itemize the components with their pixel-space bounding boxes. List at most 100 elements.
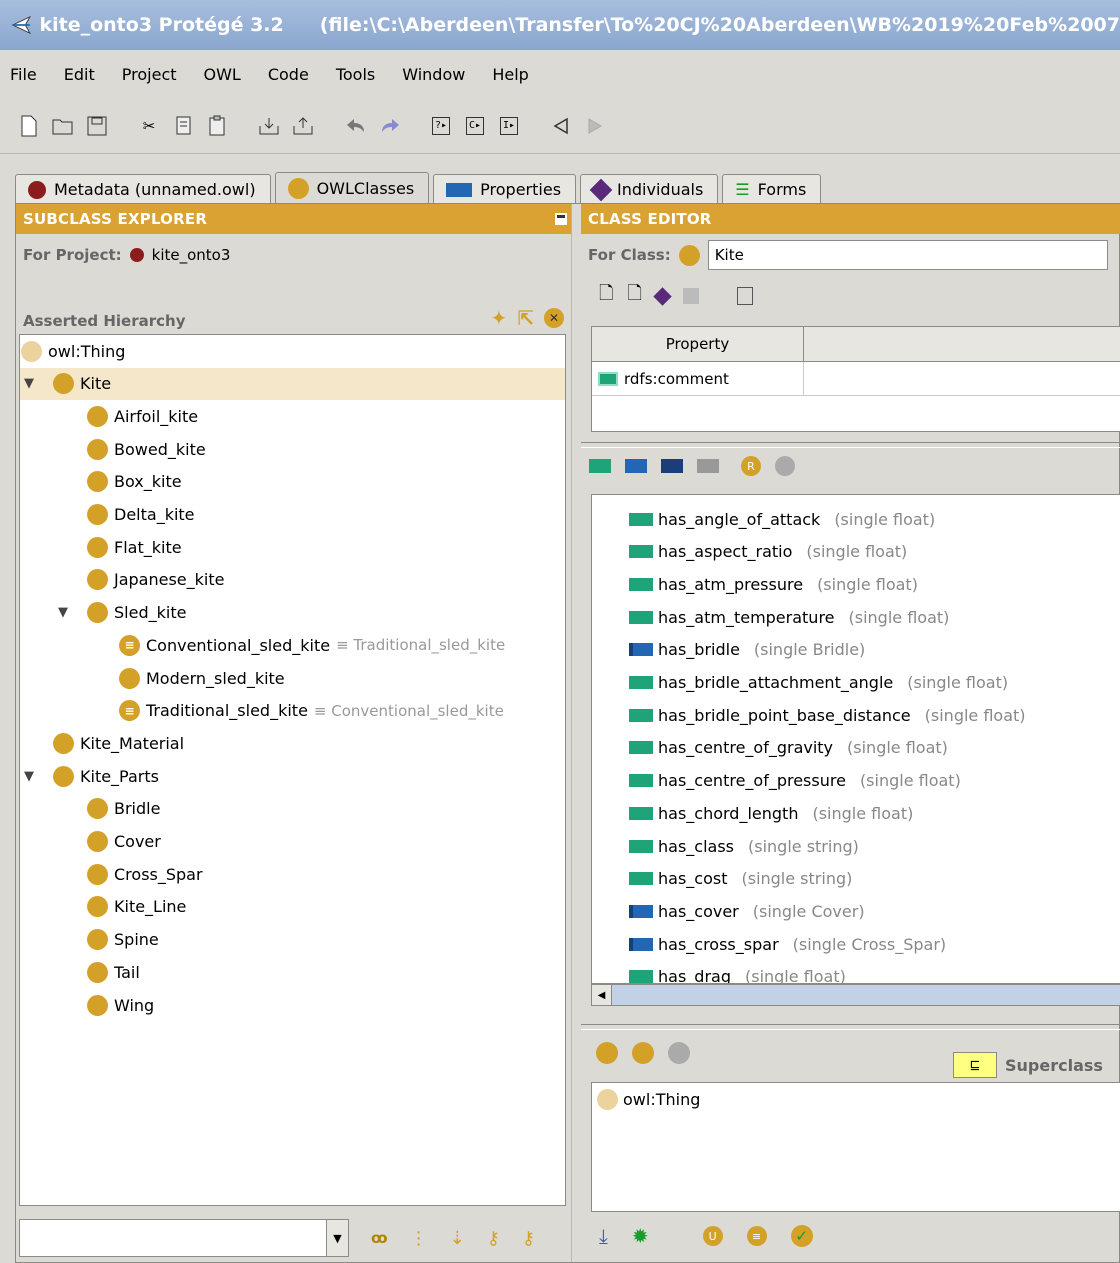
remove-superclass-icon[interactable]: [668, 1042, 690, 1064]
tree-item[interactable]: Cross_Spar: [20, 858, 565, 890]
tab-properties[interactable]: Properties: [433, 174, 577, 204]
find-icon[interactable]: ꝏ: [371, 1229, 388, 1247]
tree-item[interactable]: ≡ Conventional_sled_kite ≡ Traditional_sle…: [20, 629, 565, 661]
new-annotation-icon[interactable]: 🗋: [599, 281, 613, 311]
tab-individuals[interactable]: Individuals: [580, 174, 719, 204]
expand-triangle-icon[interactable]: ▼: [24, 769, 34, 784]
tree-item[interactable]: Flat_kite: [20, 531, 565, 563]
export-icon[interactable]: [292, 115, 314, 137]
tree-item[interactable]: Bridle: [20, 793, 565, 825]
add-property-icon[interactable]: [661, 459, 683, 473]
property-row[interactable]: has_bridle (single Bridle): [592, 634, 865, 666]
create-subclass-icon[interactable]: ✦: [490, 306, 507, 330]
menu-owl[interactable]: OWL: [204, 65, 241, 84]
property-row[interactable]: has_cover (single Cover): [592, 895, 865, 927]
redo-icon[interactable]: [378, 115, 400, 137]
tree-item[interactable]: Bowed_kite: [20, 433, 565, 465]
check-icon[interactable]: ✓: [790, 1225, 813, 1247]
tree-item[interactable]: Airfoil_kite: [20, 400, 565, 432]
create-sibling-icon[interactable]: ⇱: [517, 306, 534, 330]
query-icon[interactable]: ?▸: [430, 115, 452, 137]
property-row[interactable]: has_atm_temperature (single float): [592, 601, 949, 633]
union-icon[interactable]: U: [702, 1226, 723, 1246]
import-icon[interactable]: [258, 115, 280, 137]
annotation-row[interactable]: rdfs:comment: [592, 362, 1120, 396]
create-object-property-icon[interactable]: [625, 459, 647, 473]
class-nav-icon[interactable]: C▸: [464, 115, 486, 137]
property-row[interactable]: has_chord_length (single float): [592, 797, 913, 829]
create-datatype-property-icon[interactable]: [589, 459, 611, 473]
add-superclass-icon[interactable]: [632, 1042, 654, 1064]
delete-class-icon[interactable]: ✕: [544, 308, 564, 328]
add-individual-icon[interactable]: [653, 286, 672, 306]
tree-item[interactable]: Kite_Line: [20, 891, 565, 923]
tree-item[interactable]: ≡ Traditional_sled_kite ≡ Conventional_sle…: [20, 695, 565, 727]
tree-item[interactable]: Kite_Material: [20, 727, 565, 759]
class-name-field[interactable]: Kite: [707, 240, 1108, 270]
remove-property-icon[interactable]: [697, 459, 719, 473]
tree-item[interactable]: Box_kite: [20, 466, 565, 498]
property-row[interactable]: has_aspect_ratio (single float): [592, 536, 907, 568]
cut-icon[interactable]: ✂: [138, 115, 160, 137]
property-row[interactable]: has_bridle_attachment_angle (single float…: [592, 667, 1008, 699]
undo-icon[interactable]: [344, 115, 366, 137]
tab-forms[interactable]: ☰ Forms: [722, 174, 822, 204]
tree-item[interactable]: Cover: [20, 826, 565, 858]
class-search-input[interactable]: ▼: [19, 1219, 349, 1257]
create-superclass-icon[interactable]: [596, 1042, 618, 1064]
chevron-down-icon[interactable]: ▼: [326, 1220, 348, 1256]
tree-item[interactable]: Tail: [20, 956, 565, 988]
paste-icon[interactable]: [206, 115, 228, 137]
view-list-icon[interactable]: ⋮: [410, 1228, 428, 1249]
tree-item[interactable]: Delta_kite: [20, 499, 565, 531]
tree-item[interactable]: owl:Thing: [20, 335, 565, 367]
save-icon[interactable]: [86, 115, 108, 137]
property-list[interactable]: has_angle_of_attack (single float) has_asp…: [591, 494, 1120, 984]
back-arrow-icon[interactable]: [550, 115, 572, 137]
menu-tools[interactable]: Tools: [336, 65, 375, 84]
horizontal-scrollbar[interactable]: ◀: [591, 984, 1120, 1006]
tree-item[interactable]: Modern_sled_kite: [20, 662, 565, 694]
property-row[interactable]: has_cost (single string): [592, 863, 852, 895]
property-row[interactable]: has_centre_of_pressure (single float): [592, 765, 961, 797]
menu-edit[interactable]: Edit: [64, 65, 95, 84]
tree-item[interactable]: ▼ Kite_Parts: [20, 760, 565, 792]
forward-arrow-icon[interactable]: [584, 115, 606, 137]
menu-help[interactable]: Help: [492, 65, 528, 84]
property-row[interactable]: has_bridle_point_base_distance (single fl…: [592, 699, 1026, 731]
delete-restriction-icon[interactable]: [775, 456, 795, 476]
column-view-icon[interactable]: [736, 287, 753, 305]
property-column-header[interactable]: Property: [592, 327, 804, 361]
menu-code[interactable]: Code: [268, 65, 309, 84]
instance-nav-icon[interactable]: I▸: [498, 115, 520, 137]
expand-triangle-icon[interactable]: ▼: [24, 376, 34, 391]
scroll-left-icon[interactable]: ◀: [592, 985, 612, 1005]
menu-window[interactable]: Window: [402, 65, 465, 84]
new-annotation-value-icon[interactable]: 🗋: [627, 281, 641, 311]
maximize-icon[interactable]: [555, 213, 567, 225]
tree-item[interactable]: Japanese_kite: [20, 564, 565, 596]
move-down-icon[interactable]: ⇣: [450, 1228, 465, 1249]
key-class-icon[interactable]: ⚷: [522, 1228, 535, 1249]
superclass-item[interactable]: owl:Thing: [592, 1083, 1120, 1115]
key-icon[interactable]: ⚷: [487, 1228, 500, 1249]
property-row[interactable]: has_drag (single float): [592, 961, 846, 983]
create-restriction-icon[interactable]: R: [741, 456, 761, 476]
menu-project[interactable]: Project: [122, 65, 177, 84]
property-row[interactable]: has_angle_of_attack (single float): [592, 503, 935, 535]
download-icon[interactable]: ⤓: [599, 1224, 608, 1248]
tab-metadata[interactable]: Metadata (unnamed.owl): [15, 174, 271, 204]
bug-icon[interactable]: ✹: [632, 1224, 649, 1248]
delete-annotation-icon[interactable]: [682, 288, 699, 304]
tab-owlclasses[interactable]: OWLClasses: [274, 172, 430, 204]
tree-item[interactable]: ▼ Kite: [20, 367, 565, 400]
property-row[interactable]: has_atm_pressure (single float): [592, 568, 918, 600]
equivalent-icon[interactable]: ≡: [746, 1226, 767, 1246]
property-row[interactable]: has_centre_of_gravity (single float): [592, 732, 948, 764]
class-tree[interactable]: owl:Thing ▼ Kite Airfoil_kite Bowed_kite Box_…: [19, 334, 566, 1206]
property-row[interactable]: has_cross_spar (single Cross_Spar): [592, 928, 946, 960]
property-row[interactable]: has_class (single string): [592, 830, 859, 862]
menu-file[interactable]: File: [10, 65, 37, 84]
tree-item[interactable]: Wing: [20, 989, 565, 1021]
tree-item[interactable]: Spine: [20, 924, 565, 956]
